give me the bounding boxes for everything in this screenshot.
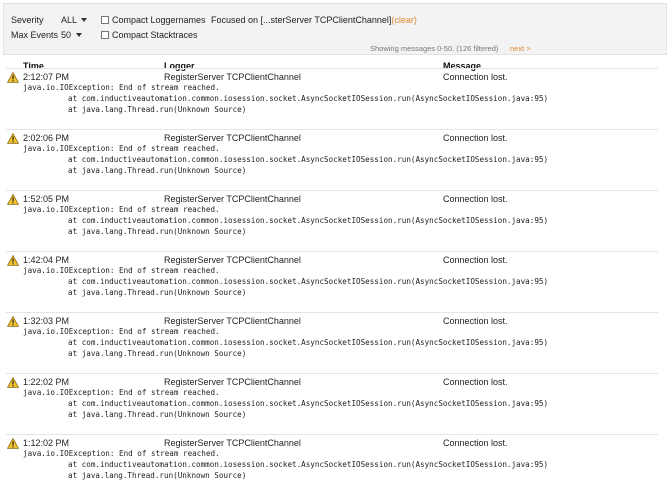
entry-logger: RegisterServer TCPClientChannel [164, 438, 301, 448]
warning-icon [7, 255, 19, 266]
row-divider [6, 190, 658, 191]
clear-link[interactable]: (clear) [391, 15, 417, 25]
row-divider [6, 251, 658, 252]
log-entry[interactable]: 2:12:07 PM RegisterServer TCPClientChann… [0, 68, 671, 129]
entry-message: Connection lost. [443, 133, 508, 143]
stack-trace-line: at java.lang.Thread.run(Unknown Source) [68, 349, 247, 358]
showing-count: Showing messages 0-50. (126 filtered) [370, 44, 499, 53]
warning-icon [7, 72, 19, 83]
entry-message: Connection lost. [443, 255, 508, 265]
entry-message: Connection lost. [443, 316, 508, 326]
log-entry[interactable]: 1:22:02 PM RegisterServer TCPClientChann… [0, 373, 671, 434]
compact-loggernames-label: Compact Loggernames [112, 15, 206, 25]
stack-trace-line: java.io.IOException: End of stream reach… [23, 449, 220, 458]
stack-trace: java.io.IOException: End of stream reach… [23, 326, 548, 359]
entry-message: Connection lost. [443, 377, 508, 387]
log-entry[interactable]: 1:12:02 PM RegisterServer TCPClientChann… [0, 434, 671, 495]
next-page-link[interactable]: next > [510, 44, 531, 53]
compact-loggernames-checkbox[interactable] [101, 16, 109, 24]
stack-trace-line: java.io.IOException: End of stream reach… [23, 205, 220, 214]
focus-filter: Focused on [...sterServer TCPClientChann… [211, 15, 417, 25]
stack-trace-line: at java.lang.Thread.run(Unknown Source) [68, 288, 247, 297]
entry-logger: RegisterServer TCPClientChannel [164, 72, 301, 82]
stack-trace-line: java.io.IOException: End of stream reach… [23, 266, 220, 275]
stack-trace: java.io.IOException: End of stream reach… [23, 82, 548, 115]
log-entry[interactable]: 1:32:03 PM RegisterServer TCPClientChann… [0, 312, 671, 373]
entry-time: 2:02:06 PM [23, 133, 70, 143]
row-divider [6, 129, 658, 130]
stack-trace: java.io.IOException: End of stream reach… [23, 265, 548, 298]
stack-trace-line: at java.lang.Thread.run(Unknown Source) [68, 105, 247, 114]
chevron-down-icon[interactable] [81, 18, 87, 22]
stack-trace: java.io.IOException: End of stream reach… [23, 448, 548, 481]
stack-trace-line: at java.lang.Thread.run(Unknown Source) [68, 227, 247, 236]
entry-logger: RegisterServer TCPClientChannel [164, 316, 301, 326]
stack-trace-line: java.io.IOException: End of stream reach… [23, 388, 220, 397]
stack-trace-line: at com.inductiveautomation.common.iosess… [68, 338, 549, 347]
severity-dropdown[interactable]: ALL [61, 15, 77, 25]
stack-trace-line: at com.inductiveautomation.common.iosess… [68, 277, 549, 286]
stack-trace-line: at com.inductiveautomation.common.iosess… [68, 94, 549, 103]
warning-icon [7, 194, 19, 205]
stack-trace-line: java.io.IOException: End of stream reach… [23, 327, 220, 336]
stack-trace-line: at java.lang.Thread.run(Unknown Source) [68, 471, 247, 480]
entry-time: 1:32:03 PM [23, 316, 70, 326]
log-entry[interactable]: 2:02:06 PM RegisterServer TCPClientChann… [0, 129, 671, 190]
stack-trace-line: at com.inductiveautomation.common.iosess… [68, 155, 549, 164]
row-divider [6, 373, 658, 374]
entry-message: Connection lost. [443, 194, 508, 204]
stack-trace-line: at com.inductiveautomation.common.iosess… [68, 399, 549, 408]
focus-filter-text: Focused on [...sterServer TCPClientChann… [211, 15, 392, 25]
stack-trace: java.io.IOException: End of stream reach… [23, 387, 548, 420]
log-entry[interactable]: 1:42:04 PM RegisterServer TCPClientChann… [0, 251, 671, 312]
entry-time: 2:12:07 PM [23, 72, 70, 82]
chevron-down-icon[interactable] [76, 33, 82, 37]
stack-trace-line: at java.lang.Thread.run(Unknown Source) [68, 410, 247, 419]
entry-logger: RegisterServer TCPClientChannel [164, 133, 301, 143]
stack-trace-line: at com.inductiveautomation.common.iosess… [68, 216, 549, 225]
log-entry[interactable]: 1:52:05 PM RegisterServer TCPClientChann… [0, 190, 671, 251]
stack-trace-line: java.io.IOException: End of stream reach… [23, 144, 220, 153]
warning-icon [7, 316, 19, 327]
warning-icon [7, 377, 19, 388]
max-events-label: Max Events [11, 30, 59, 40]
entry-message: Connection lost. [443, 72, 508, 82]
row-divider [6, 68, 658, 69]
compact-stacktraces-label: Compact Stacktraces [112, 30, 198, 40]
entry-logger: RegisterServer TCPClientChannel [164, 255, 301, 265]
filter-panel [3, 3, 667, 55]
row-divider [6, 434, 658, 435]
compact-stacktraces-checkbox[interactable] [101, 31, 109, 39]
entry-time: 1:52:05 PM [23, 194, 70, 204]
stack-trace-line: at com.inductiveautomation.common.iosess… [68, 460, 549, 469]
severity-label: Severity [11, 15, 44, 25]
entry-message: Connection lost. [443, 438, 508, 448]
entry-logger: RegisterServer TCPClientChannel [164, 377, 301, 387]
stack-trace: java.io.IOException: End of stream reach… [23, 143, 548, 176]
warning-icon [7, 133, 19, 144]
stack-trace-line: java.io.IOException: End of stream reach… [23, 83, 220, 92]
warning-icon [7, 438, 19, 449]
row-divider [6, 312, 658, 313]
entry-logger: RegisterServer TCPClientChannel [164, 194, 301, 204]
stack-trace: java.io.IOException: End of stream reach… [23, 204, 548, 237]
entry-time: 1:42:04 PM [23, 255, 70, 265]
entry-time: 1:22:02 PM [23, 377, 70, 387]
stack-trace-line: at java.lang.Thread.run(Unknown Source) [68, 166, 247, 175]
entry-time: 1:12:02 PM [23, 438, 70, 448]
max-events-dropdown[interactable]: 50 [61, 30, 71, 40]
